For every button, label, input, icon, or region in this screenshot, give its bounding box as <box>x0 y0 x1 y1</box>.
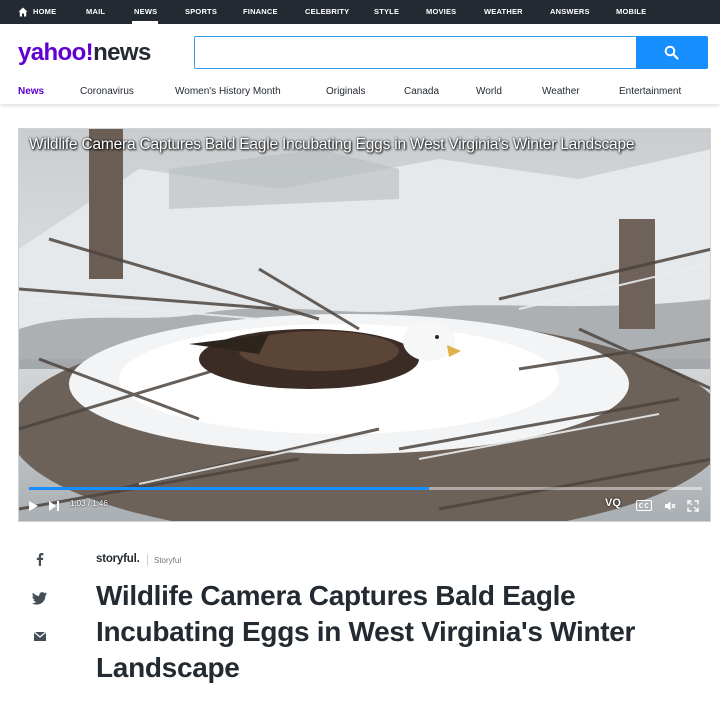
topnav-style[interactable]: STYLE <box>374 0 399 24</box>
mute-icon[interactable] <box>664 500 676 512</box>
logo-yahoo-text: yahoo! <box>18 39 94 66</box>
topnav-weather[interactable]: WEATHER <box>484 0 523 24</box>
secnav-news[interactable]: News <box>18 86 44 97</box>
video-quality-button[interactable]: VQ <box>605 497 621 509</box>
yahoo-news-logo[interactable]: yahoo!news <box>18 38 151 68</box>
provider-divider <box>147 554 148 566</box>
secnav-weather[interactable]: Weather <box>542 86 580 97</box>
provider-logo[interactable]: storyful. <box>96 553 140 565</box>
provider-name[interactable]: Storyful <box>154 556 181 565</box>
secnav-world[interactable]: World <box>476 86 502 97</box>
topnav-mobile[interactable]: MOBILE <box>616 0 646 24</box>
video-player[interactable]: Wildlife Camera Captures Bald Eagle Incu… <box>18 128 711 522</box>
article-headline: Wildlife Camera Captures Bald Eagle Incu… <box>96 580 636 683</box>
video-frame-eagle-nest <box>19 129 710 521</box>
fullscreen-icon[interactable] <box>687 500 699 512</box>
topnav-sports[interactable]: SPORTS <box>185 0 217 24</box>
secnav-coronavirus[interactable]: Coronavirus <box>80 86 134 97</box>
email-icon[interactable] <box>32 628 48 644</box>
topnav-home[interactable]: HOME <box>33 0 56 24</box>
secnav-canada[interactable]: Canada <box>404 86 439 97</box>
topnav-finance[interactable]: FINANCE <box>243 0 278 24</box>
topnav-mail[interactable]: MAIL <box>86 0 105 24</box>
search-input[interactable] <box>195 37 636 68</box>
home-icon[interactable] <box>18 7 28 17</box>
secnav-originals[interactable]: Originals <box>326 86 365 97</box>
logo-news-text: news <box>93 39 151 66</box>
twitter-icon[interactable] <box>32 590 48 606</box>
topnav-celebrity[interactable]: CELEBRITY <box>305 0 349 24</box>
video-title-overlay: Wildlife Camera Captures Bald Eagle Incu… <box>29 136 635 153</box>
video-progress-fill <box>29 487 430 490</box>
next-icon[interactable] <box>48 500 60 512</box>
header: yahoo!news <box>0 24 720 80</box>
section-nav: News Coronavirus Women's History Month O… <box>0 80 720 104</box>
video-progress-bar[interactable] <box>29 487 702 490</box>
search-button[interactable] <box>636 36 708 69</box>
secnav-womens-history-month[interactable]: Women's History Month <box>175 86 281 97</box>
secnav-entertainment[interactable]: Entertainment <box>619 86 681 97</box>
facebook-icon[interactable] <box>32 551 48 567</box>
topnav-movies[interactable]: MOVIES <box>426 0 456 24</box>
play-icon[interactable] <box>27 500 39 512</box>
top-nav-bar: HOME MAIL NEWS SPORTS FINANCE CELEBRITY … <box>0 0 720 24</box>
video-time: 1:03 / 1:46 <box>70 499 108 508</box>
search-icon <box>664 45 679 60</box>
captions-icon[interactable] <box>636 500 652 511</box>
topnav-answers[interactable]: ANSWERS <box>550 0 590 24</box>
search-box <box>194 36 636 69</box>
